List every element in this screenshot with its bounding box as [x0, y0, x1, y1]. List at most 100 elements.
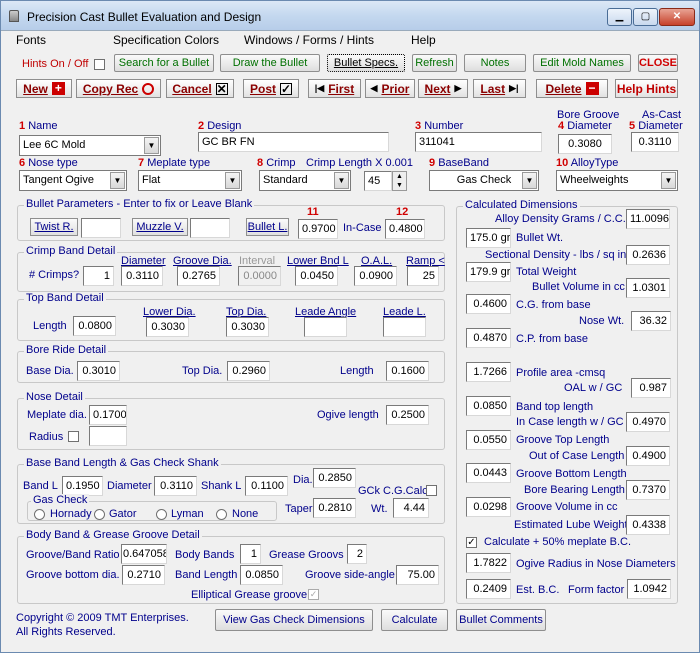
design-input[interactable]: GC BR FN — [198, 132, 389, 152]
meplate-bc-checkbox[interactable]: ✓ — [466, 537, 477, 548]
radius-input[interactable] — [89, 426, 127, 446]
minimize-button[interactable]: ▁ — [607, 8, 632, 26]
bore-num: 4 — [558, 120, 565, 132]
menu-specification-colors[interactable]: Specification Colors — [113, 33, 219, 47]
radius-checkbox[interactable] — [68, 431, 79, 442]
calculate-button[interactable]: Calculate — [381, 609, 448, 631]
groove-bottom-dia-input[interactable]: 0.2710 — [122, 565, 165, 585]
wt-input[interactable]: 4.44 — [393, 498, 429, 518]
taper-input[interactable]: 0.2810 — [313, 498, 356, 518]
view-gas-check-dimensions-button[interactable]: View Gas Check Dimensions — [215, 609, 373, 631]
bullet-weight-label: Bullet Wt. — [516, 232, 564, 244]
baseband-label: 9 BaseBand — [429, 157, 489, 169]
crimp-select[interactable]: Standard ▼ — [259, 170, 351, 191]
as-cast-num: 5 — [629, 120, 636, 132]
close-button[interactable]: CLOSE — [638, 54, 678, 72]
crimp-length-input[interactable]: 45 — [364, 171, 392, 191]
meplate-dia-input[interactable]: 0.1700 — [89, 405, 127, 425]
copy-record-button[interactable]: Copy Rec — [76, 79, 161, 98]
chevron-down-icon: ▼ — [110, 172, 125, 189]
menu-fonts[interactable]: Fonts — [16, 33, 46, 47]
groove-side-angle-input[interactable]: 75.00 — [396, 565, 439, 585]
meplate-type-select[interactable]: Flat ▼ — [138, 170, 242, 191]
nose-type-select[interactable]: Tangent Ogive ▼ — [19, 170, 127, 191]
cancel-button[interactable]: Cancel ✕ — [166, 79, 234, 98]
muzzle-velocity-input[interactable] — [190, 218, 230, 238]
bore-groove-diameter-input[interactable]: 0.3080 — [558, 134, 612, 154]
gc-dia-input[interactable]: 0.2850 — [313, 468, 356, 488]
name-select[interactable]: Lee 6C Mold ▼ — [19, 135, 161, 156]
twist-rate-input[interactable] — [81, 218, 121, 238]
x-icon: ✕ — [215, 81, 228, 96]
copyright-line2: All Rights Reserved. — [16, 626, 116, 638]
prior-arrow-icon: ◀ — [370, 83, 378, 93]
muzzle-velocity-button[interactable]: Muzzle V. — [132, 218, 188, 236]
maximize-button[interactable]: ▢ — [633, 8, 658, 26]
delete-button[interactable]: Delete − — [536, 79, 608, 98]
leade-l-input[interactable] — [383, 317, 426, 337]
none-radio[interactable] — [216, 509, 227, 520]
base-dia-input[interactable]: 0.3010 — [77, 361, 120, 381]
elliptical-groove-checkbox[interactable]: ✓ — [308, 589, 319, 600]
twist-rate-button[interactable]: Twist R. — [30, 218, 78, 236]
leade-angle-input[interactable] — [304, 317, 347, 337]
bullet-comments-button[interactable]: Bullet Comments — [456, 609, 546, 631]
in-case-input[interactable]: 0.4800 — [385, 219, 425, 239]
baseband-text: BaseBand — [438, 157, 489, 169]
band-l-input[interactable]: 0.1950 — [62, 476, 103, 496]
bullet-length-button[interactable]: Bullet L. — [246, 218, 289, 236]
ramp-input[interactable]: 25 — [407, 266, 439, 286]
groove-band-ratio-input[interactable]: 0.647058 — [121, 544, 167, 564]
crimps-input[interactable]: 1 — [83, 266, 114, 286]
number-input[interactable]: 311041 — [415, 132, 542, 152]
crimp-diameter-input[interactable]: 0.3110 — [121, 266, 163, 286]
draw-bullet-button[interactable]: Draw the Bullet — [220, 54, 320, 72]
lyman-radio[interactable] — [156, 509, 167, 520]
bore-top-dia-input[interactable]: 0.2960 — [227, 361, 270, 381]
bore-bearing-length-label: Bore Bearing Length — [524, 484, 625, 496]
wt-label: Wt. — [371, 503, 388, 515]
baseband-select[interactable]: Gas Check ▼ — [429, 170, 539, 191]
body-bands-input[interactable]: 1 — [240, 544, 261, 564]
design-label: Design — [207, 120, 242, 132]
last-button[interactable]: Last ▶| — [473, 79, 526, 98]
grease-groovs-input[interactable]: 2 — [347, 544, 367, 564]
bullet-weight-value: 175.0 gr — [466, 228, 511, 248]
new-button[interactable]: New + — [16, 79, 72, 98]
next-button[interactable]: Next ▶ — [418, 79, 468, 98]
top-dia-input[interactable]: 0.3030 — [226, 317, 269, 337]
edit-mold-names-button[interactable]: Edit Mold Names — [533, 54, 631, 72]
ogive-length-input[interactable]: 0.2500 — [386, 405, 429, 425]
hints-checkbox[interactable] — [94, 59, 105, 70]
notes-button[interactable]: Notes — [464, 54, 526, 72]
oal-input[interactable]: 0.0900 — [354, 266, 397, 286]
search-bullet-button[interactable]: Search for a Bullet — [114, 54, 214, 72]
gator-radio[interactable] — [94, 509, 105, 520]
refresh-button[interactable]: Refresh — [412, 54, 457, 72]
gck-cg-calc-checkbox[interactable] — [426, 485, 437, 496]
bullet-specs-button[interactable]: Bullet Specs. — [327, 54, 405, 72]
top-band-length-input[interactable]: 0.0800 — [73, 316, 116, 336]
first-button[interactable]: |◀ First — [308, 79, 361, 98]
shank-l-input[interactable]: 0.1100 — [245, 476, 288, 496]
menu-help[interactable]: Help — [411, 33, 436, 47]
lower-dia-input[interactable]: 0.3030 — [146, 317, 189, 337]
oal-gc-label: OAL w / GC — [564, 382, 623, 394]
bullet-length-input[interactable]: 0.9700 — [298, 219, 338, 239]
menu-windows-forms-hints[interactable]: Windows / Forms / Hints — [244, 33, 374, 47]
groove-dia-input[interactable]: 0.2765 — [177, 266, 220, 286]
help-hints-button[interactable]: Help Hints — [615, 79, 678, 98]
close-window-button[interactable]: ✕ — [659, 8, 695, 26]
band-length-input[interactable]: 0.0850 — [240, 565, 283, 585]
groove-bottom-dia-label: Groove bottom dia. — [26, 569, 120, 581]
bore-length-input[interactable]: 0.1600 — [386, 361, 429, 381]
lower-bnd-input[interactable]: 0.0450 — [295, 266, 338, 286]
post-button[interactable]: Post ✓ — [243, 79, 299, 98]
crimp-length-stepper[interactable]: ▲ ▼ — [392, 171, 407, 191]
alloy-type-select[interactable]: Wheelweights ▼ — [556, 170, 678, 191]
hornady-radio[interactable] — [34, 509, 45, 520]
prior-button[interactable]: ◀ Prior — [365, 79, 415, 98]
as-cast-diameter-input[interactable]: 0.3110 — [631, 132, 679, 152]
number-num: 3 — [415, 120, 422, 132]
base-diameter-input[interactable]: 0.3110 — [154, 476, 197, 496]
